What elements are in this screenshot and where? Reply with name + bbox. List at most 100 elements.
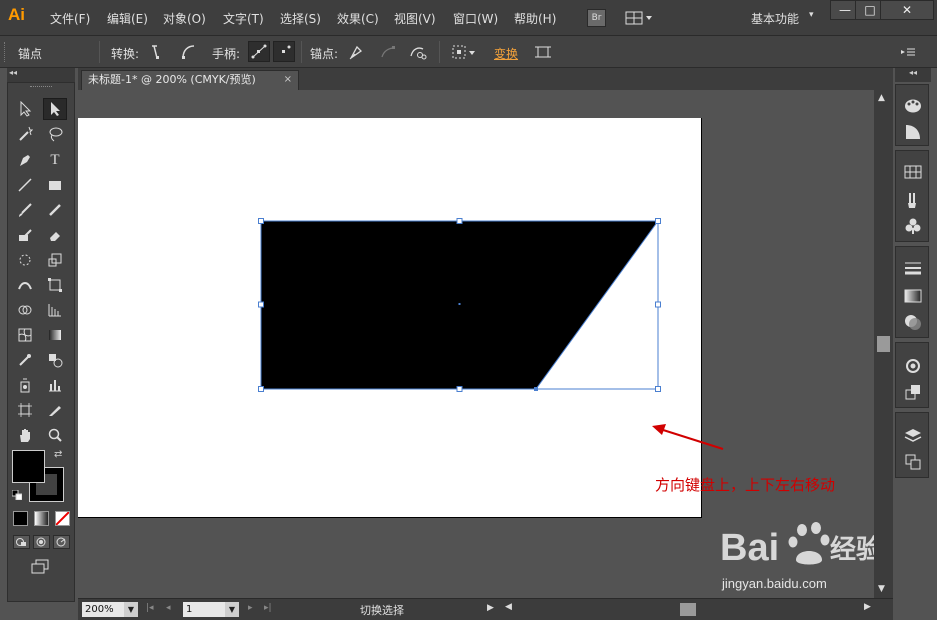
vertical-scroll-thumb[interactable] bbox=[877, 336, 890, 352]
transform-link[interactable]: 变换 bbox=[494, 45, 518, 62]
stroke-panel-button[interactable] bbox=[903, 259, 923, 277]
handle-top-left[interactable] bbox=[258, 218, 264, 224]
remove-anchor-icon[interactable] bbox=[346, 42, 366, 62]
status-menu-icon[interactable]: ▶ bbox=[487, 603, 494, 613]
panel-dock-header[interactable]: ◂◂ bbox=[895, 68, 931, 82]
menu-file[interactable]: 文件(F) bbox=[50, 10, 90, 27]
menu-view[interactable]: 视图(V) bbox=[394, 10, 436, 27]
menu-select[interactable]: 选择(S) bbox=[280, 10, 321, 27]
zoom-tool[interactable] bbox=[43, 424, 67, 446]
fill-swatch[interactable] bbox=[12, 450, 45, 483]
menu-object[interactable]: 对象(O) bbox=[163, 10, 206, 27]
color-mode-button[interactable] bbox=[13, 511, 28, 526]
draw-behind-button[interactable] bbox=[33, 535, 50, 549]
swatches-panel-button[interactable] bbox=[903, 163, 923, 181]
handle-middle-left[interactable] bbox=[258, 301, 264, 308]
type-tool[interactable]: T bbox=[43, 149, 67, 171]
shape-builder-tool[interactable] bbox=[13, 299, 37, 321]
panel-menu-icon[interactable] bbox=[898, 42, 918, 62]
symbols-panel-button[interactable] bbox=[903, 217, 923, 235]
handle-bottom-center[interactable] bbox=[456, 386, 463, 392]
artboard-tool[interactable] bbox=[13, 399, 37, 421]
menu-type[interactable]: 文字(T) bbox=[223, 10, 264, 27]
scroll-up-icon[interactable]: ▲ bbox=[878, 93, 885, 103]
next-page-icon[interactable]: ▸ bbox=[248, 603, 253, 613]
scale-tool[interactable] bbox=[43, 249, 67, 271]
symbol-sprayer-tool[interactable] bbox=[13, 374, 37, 396]
column-graph-tool[interactable] bbox=[43, 374, 67, 396]
default-colors-icon[interactable] bbox=[11, 489, 23, 501]
page-dropdown-icon[interactable]: ▼ bbox=[225, 602, 239, 617]
scroll-left-icon[interactable]: ◀ bbox=[505, 602, 512, 612]
lasso-tool[interactable] bbox=[43, 123, 67, 145]
tools-panel-header[interactable]: ◂◂ bbox=[7, 68, 75, 82]
slice-tool[interactable] bbox=[43, 399, 67, 421]
first-page-icon[interactable]: |◂ bbox=[146, 603, 154, 613]
grip-handle[interactable] bbox=[4, 42, 7, 62]
eyedropper-tool[interactable] bbox=[13, 349, 37, 371]
color-panel-button[interactable] bbox=[903, 97, 923, 115]
gradient-mode-button[interactable] bbox=[34, 511, 49, 526]
perspective-grid-tool[interactable] bbox=[43, 299, 67, 321]
swap-fill-stroke-icon[interactable]: ⇄ bbox=[54, 449, 62, 460]
handle-middle-right[interactable] bbox=[655, 301, 661, 308]
screen-mode-button[interactable] bbox=[30, 559, 50, 575]
brushes-panel-button[interactable] bbox=[903, 191, 923, 209]
layers-panel-button[interactable] bbox=[903, 427, 923, 445]
menu-edit[interactable]: 编辑(E) bbox=[107, 10, 148, 27]
direct-selection-tool[interactable] bbox=[43, 98, 67, 120]
bridge-button[interactable]: Br bbox=[587, 9, 606, 27]
document-tab[interactable]: 未标题-1* @ 200% (CMYK/预览) × bbox=[81, 70, 299, 90]
blob-brush-tool[interactable] bbox=[13, 224, 37, 246]
arrange-documents-button[interactable] bbox=[624, 9, 654, 27]
paintbrush-tool[interactable] bbox=[13, 199, 37, 221]
mesh-tool[interactable] bbox=[13, 324, 37, 346]
pen-tool[interactable] bbox=[13, 149, 37, 171]
close-tab-icon[interactable]: × bbox=[284, 71, 292, 89]
scroll-right-icon[interactable]: ▶ bbox=[864, 602, 871, 612]
last-page-icon[interactable]: ▸| bbox=[264, 603, 272, 613]
hide-handles-button[interactable] bbox=[273, 41, 295, 62]
selected-anchor-point[interactable] bbox=[534, 387, 538, 391]
zoom-dropdown-icon[interactable]: ▼ bbox=[124, 602, 138, 617]
prev-page-icon[interactable]: ◂ bbox=[166, 603, 171, 613]
handle-top-center[interactable] bbox=[456, 218, 463, 224]
pencil-tool[interactable] bbox=[43, 199, 67, 221]
draw-inside-button[interactable] bbox=[53, 535, 70, 549]
color-guide-panel-button[interactable] bbox=[903, 123, 923, 141]
draw-normal-button[interactable] bbox=[13, 535, 30, 549]
horizontal-scrollbar[interactable]: ◀ ▶ bbox=[503, 601, 877, 617]
gradient-panel-button[interactable] bbox=[903, 287, 923, 305]
grip-handle[interactable] bbox=[30, 86, 52, 88]
close-button[interactable]: ✕ bbox=[880, 0, 934, 20]
gradient-tool[interactable] bbox=[43, 324, 67, 346]
transparency-panel-button[interactable] bbox=[903, 313, 923, 331]
free-transform-tool[interactable] bbox=[43, 274, 67, 296]
align-icon[interactable] bbox=[533, 42, 553, 62]
convert-to-corner-icon[interactable] bbox=[147, 42, 167, 62]
rectangle-tool[interactable] bbox=[43, 174, 67, 196]
selection-tool[interactable] bbox=[13, 98, 37, 120]
scroll-down-icon[interactable]: ▼ bbox=[878, 584, 885, 594]
handle-bottom-left[interactable] bbox=[258, 386, 264, 392]
show-handles-button[interactable] bbox=[248, 41, 270, 62]
collapse-icon[interactable]: ◂◂ bbox=[9, 68, 17, 77]
menu-window[interactable]: 窗口(W) bbox=[453, 10, 498, 27]
isolate-icon[interactable] bbox=[450, 42, 476, 62]
handle-bottom-right[interactable] bbox=[655, 386, 661, 392]
cut-path-icon[interactable] bbox=[407, 42, 427, 62]
menu-help[interactable]: 帮助(H) bbox=[514, 10, 556, 27]
graphic-styles-panel-button[interactable] bbox=[903, 383, 923, 401]
blend-tool[interactable] bbox=[43, 349, 67, 371]
line-tool[interactable] bbox=[13, 174, 37, 196]
workspace-switcher[interactable]: 基本功能 bbox=[751, 10, 799, 27]
width-tool[interactable] bbox=[13, 274, 37, 296]
horizontal-scroll-thumb[interactable] bbox=[680, 603, 696, 616]
menu-effect[interactable]: 效果(C) bbox=[337, 10, 379, 27]
hand-tool[interactable] bbox=[13, 424, 37, 446]
handle-top-right[interactable] bbox=[655, 218, 661, 224]
appearance-panel-button[interactable] bbox=[903, 357, 923, 375]
convert-to-smooth-icon[interactable] bbox=[178, 42, 198, 62]
magic-wand-tool[interactable] bbox=[13, 123, 37, 145]
none-mode-button[interactable] bbox=[55, 511, 70, 526]
